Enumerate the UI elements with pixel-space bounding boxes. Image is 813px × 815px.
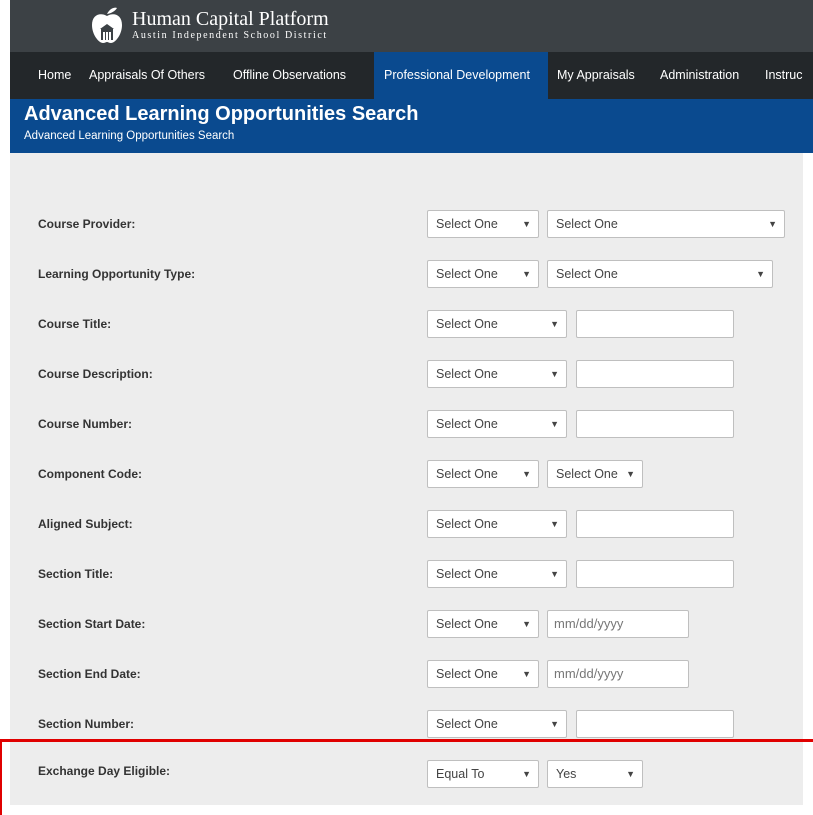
- aligned-subject-input[interactable]: [576, 510, 734, 538]
- chevron-down-icon: ▼: [626, 469, 635, 479]
- section-start-date-label: Section Start Date:: [38, 617, 146, 631]
- chevron-down-icon: ▼: [522, 619, 531, 629]
- section-title-label: Section Title:: [38, 567, 114, 581]
- page-title: Advanced Learning Opportunities Search: [24, 103, 419, 125]
- learning-opportunity-type-label: Learning Opportunity Type:: [38, 267, 196, 281]
- chevron-down-icon: ▼: [522, 269, 531, 279]
- course-description-operator-select[interactable]: Select One ▼: [427, 360, 567, 388]
- nav-home[interactable]: Home: [38, 52, 78, 99]
- component-code-value-select[interactable]: Select One ▼: [547, 460, 643, 488]
- aligned-subject-operator-select[interactable]: Select One ▼: [427, 510, 567, 538]
- chevron-down-icon: ▼: [522, 469, 531, 479]
- nav-administration[interactable]: Administration: [660, 52, 760, 99]
- section-end-date-label: Section End Date:: [38, 667, 141, 681]
- nav-appraisals-of-others[interactable]: Appraisals Of Others: [89, 52, 229, 99]
- brand-subtitle: Austin Independent School District: [132, 30, 328, 41]
- brand-logo[interactable]: Human Capital Platform Austin Independen…: [88, 5, 329, 45]
- section-number-operator-select[interactable]: Select One ▼: [427, 710, 567, 738]
- main-nav: Home Appraisals Of Others Offline Observ…: [10, 52, 813, 99]
- nav-offline-observations[interactable]: Offline Observations: [233, 52, 373, 99]
- breadcrumb: Advanced Learning Opportunities Search: [24, 130, 235, 142]
- top-bar: Human Capital Platform Austin Independen…: [10, 0, 813, 52]
- learning-type-operator-select[interactable]: Select One ▼: [427, 260, 539, 288]
- chevron-down-icon: ▼: [522, 219, 531, 229]
- page-header: Advanced Learning Opportunities Search A…: [10, 99, 813, 153]
- section-start-date-input[interactable]: mm/dd/yyyy: [547, 610, 689, 638]
- component-code-label: Component Code:: [38, 467, 142, 481]
- course-title-input[interactable]: [576, 310, 734, 338]
- nav-my-appraisals[interactable]: My Appraisals: [557, 52, 652, 99]
- chevron-down-icon: ▼: [550, 419, 559, 429]
- chevron-down-icon: ▼: [550, 519, 559, 529]
- course-title-label: Course Title:: [38, 317, 112, 331]
- course-provider-label: Course Provider:: [38, 217, 136, 231]
- course-provider-operator-select[interactable]: Select One ▼: [427, 210, 539, 238]
- chevron-down-icon: ▼: [550, 569, 559, 579]
- section-end-date-operator-select[interactable]: Select One ▼: [427, 660, 539, 688]
- aligned-subject-label: Aligned Subject:: [38, 517, 133, 531]
- course-number-operator-select[interactable]: Select One ▼: [427, 410, 567, 438]
- learning-type-value-select[interactable]: Select One ▼: [547, 260, 773, 288]
- section-number-input[interactable]: [576, 710, 734, 738]
- search-form: Course Provider: Select One ▼ Select One ▼…: [10, 153, 803, 805]
- course-number-input[interactable]: [576, 410, 734, 438]
- chevron-down-icon: ▼: [522, 669, 531, 679]
- course-description-input[interactable]: [576, 360, 734, 388]
- chevron-down-icon: ▼: [550, 319, 559, 329]
- chevron-down-icon: ▼: [768, 219, 777, 229]
- section-title-operator-select[interactable]: Select One ▼: [427, 560, 567, 588]
- component-code-operator-select[interactable]: Select One ▼: [427, 460, 539, 488]
- section-end-date-input[interactable]: mm/dd/yyyy: [547, 660, 689, 688]
- highlight-annotation: [0, 739, 813, 815]
- course-provider-value-select[interactable]: Select One ▼: [547, 210, 785, 238]
- section-number-label: Section Number:: [38, 717, 135, 731]
- chevron-down-icon: ▼: [550, 719, 559, 729]
- section-start-date-operator-select[interactable]: Select One ▼: [427, 610, 539, 638]
- nav-instruction-truncated[interactable]: Instruc: [765, 52, 813, 99]
- course-description-label: Course Description:: [38, 367, 153, 381]
- apple-school-icon: [92, 7, 122, 44]
- course-number-label: Course Number:: [38, 417, 133, 431]
- nav-professional-development[interactable]: Professional Development: [374, 52, 548, 99]
- chevron-down-icon: ▼: [756, 269, 765, 279]
- course-title-operator-select[interactable]: Select One ▼: [427, 310, 567, 338]
- section-title-input[interactable]: [576, 560, 734, 588]
- brand-title: Human Capital Platform: [132, 8, 329, 30]
- chevron-down-icon: ▼: [550, 369, 559, 379]
